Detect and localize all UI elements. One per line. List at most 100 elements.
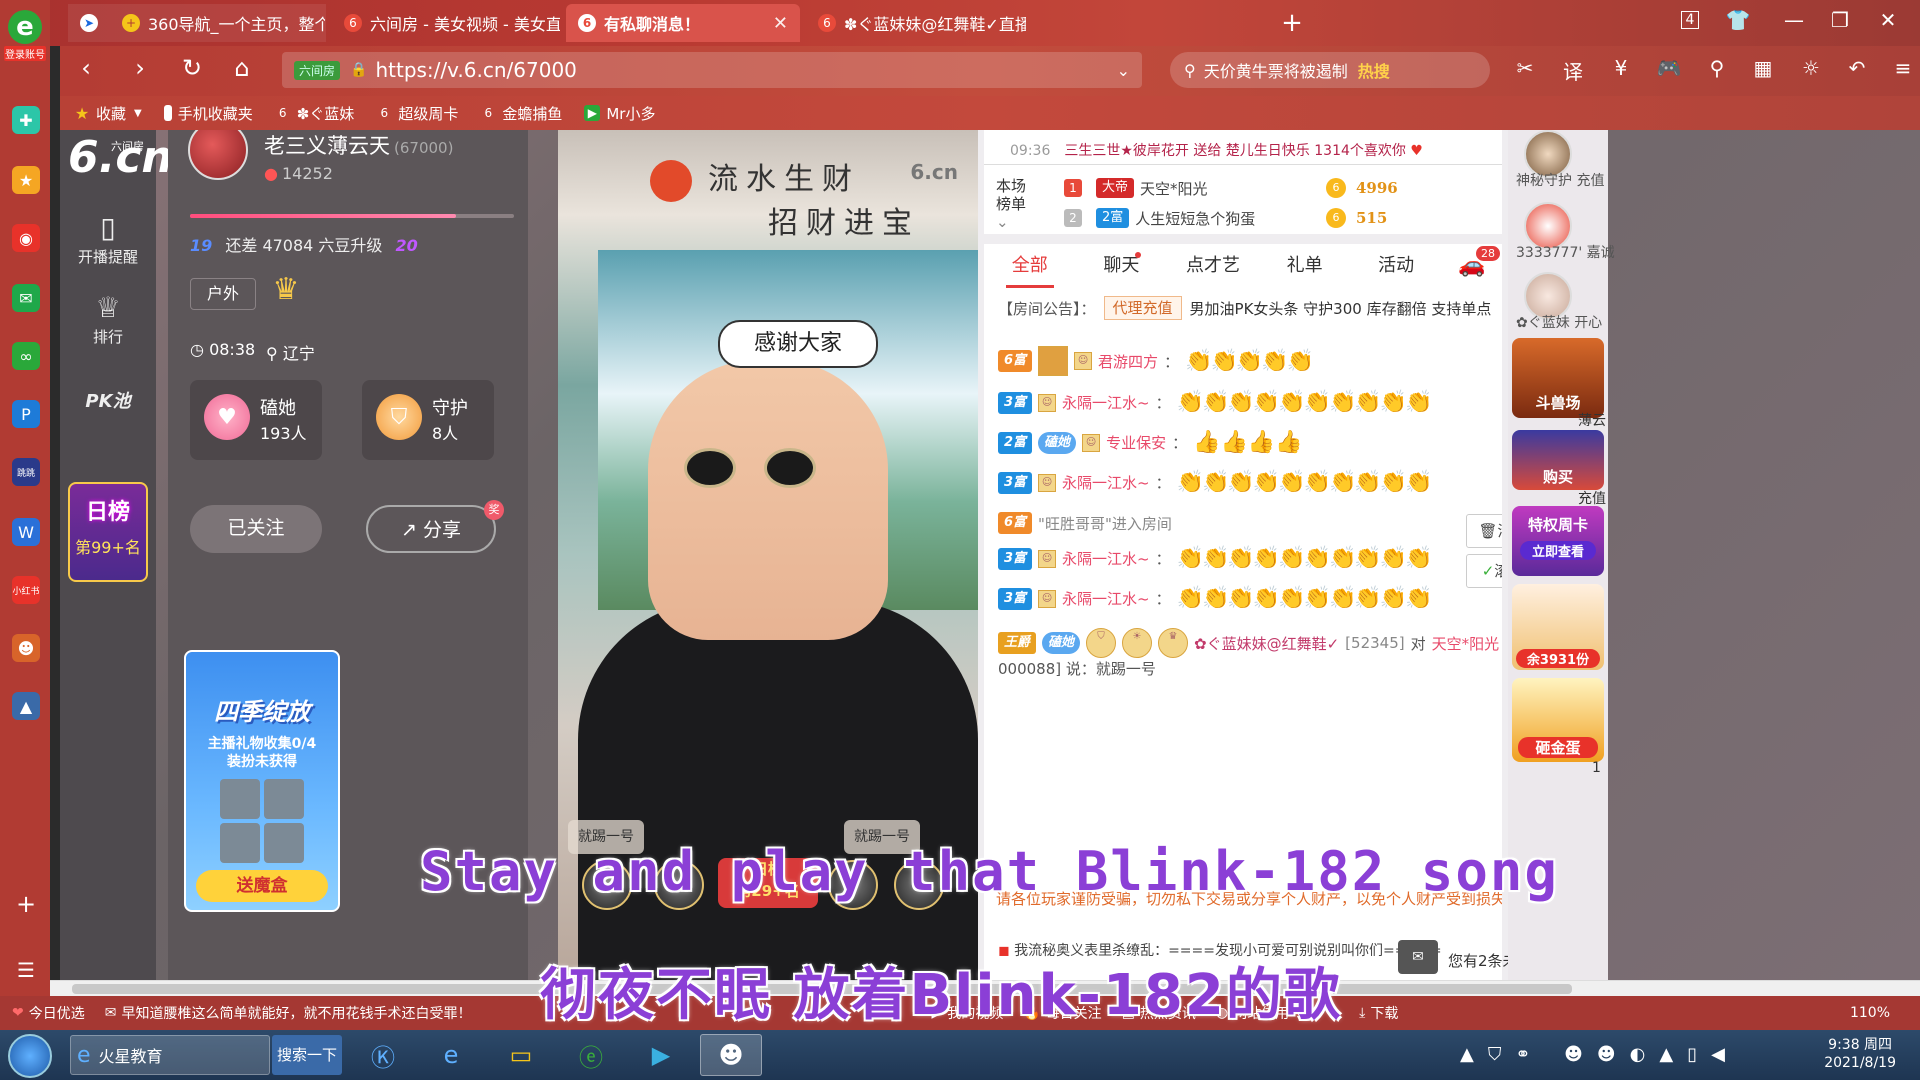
sunglasses-left [684,448,736,488]
k-app-icon[interactable]: Ⓚ [352,1034,414,1076]
translate-icon[interactable]: 译 [1556,56,1590,85]
close-window-button[interactable]: ✕ [1868,8,1908,32]
chat-tabs: 全部 聊天 点才艺 礼单 活动 🚗 28 [984,244,1502,288]
weibo-icon[interactable]: ◉ [12,224,40,252]
daily-rank-badge[interactable]: 日榜 第99+名 [68,482,148,582]
shirt-icon[interactable]: 👕 [1718,8,1758,32]
tab-six-main[interactable]: 6 六间房 - 美女视频 - 美女直播 [332,4,560,42]
buy-promo[interactable]: 购买 [1512,430,1604,490]
site-logo[interactable]: 6.cn 六间房 [68,136,173,180]
browser-logo[interactable]: e 登录账号 [4,10,46,70]
plus-app-icon[interactable]: ✚ [12,106,40,134]
unread-dot [1135,252,1142,258]
taskbar-search-button[interactable]: 搜索一下 [272,1035,342,1075]
bookmark-item[interactable]: 6 ✽ぐ蓝妹 [275,103,354,124]
status-item[interactable]: ❤ 今日优选 [12,1003,85,1023]
subtitle-english: Stay and play that Blink-182 song [420,840,1559,903]
add-icon[interactable]: + [12,890,40,918]
folder-icon[interactable]: ▭ [490,1034,552,1076]
bookmark-item[interactable]: 手机收藏夹 [163,103,253,124]
zoom-level[interactable]: 110% [1850,1005,1890,1021]
start-button[interactable] [8,1034,52,1078]
minimize-button[interactable]: — [1774,8,1814,32]
ranking-row[interactable]: 1 大帝 天空*阳光 6 4996 [1064,175,1398,201]
picture-icon[interactable]: ▲ [12,692,40,720]
game-icon[interactable]: ☻ [12,634,40,662]
nav-live-reminder[interactable]: ▯ 开播提醒 [60,210,156,267]
chevron-down-icon[interactable]: ⌄ [1117,61,1130,80]
system-clock[interactable]: 9:38 周四 2021/8/19 [1824,1036,1896,1072]
scissors-icon[interactable]: ✂ [1508,56,1542,80]
category-tag[interactable]: 户外 [190,278,257,310]
clear-screen-button[interactable]: 🗑清屏 [1466,514,1502,548]
tab-count-button[interactable]: 4 [1670,11,1710,29]
golden-egg-promo[interactable]: 砸金蛋 [1512,678,1604,762]
bookmark-item[interactable]: ▶ Mr小多 [584,103,655,124]
maximize-button[interactable]: ❐ [1820,8,1860,32]
active-app-icon[interactable]: ☻ [700,1034,762,1076]
mail-icon[interactable]: ✉ [12,284,40,312]
privilege-card-promo[interactable]: 特权周卡 立即查看 [1512,506,1604,576]
new-tab-button[interactable]: + [1272,8,1312,38]
tab-all[interactable]: 全部 [984,244,1076,288]
bookmark-item[interactable]: ★ 收藏 ▼ [74,103,142,124]
home-button[interactable]: ⌂ [224,54,260,82]
ranking-label[interactable]: 本场榜单 ⌄ [996,177,1028,231]
tab-gift-list[interactable]: 礼单 [1259,244,1351,288]
link-icon[interactable]: ∞ [12,342,40,370]
close-tab-icon[interactable]: ✕ [773,13,788,34]
auto-scroll-button[interactable]: ✓滚屏 [1466,554,1502,588]
nav-pk-pool[interactable]: PK池 [60,380,156,424]
tab-talent[interactable]: 点才艺 [1167,244,1259,288]
tab-private-msg[interactable]: 6 有私聊消息！ ✕ [566,4,800,42]
menu-icon[interactable]: ≡ [1886,56,1920,80]
search-input[interactable]: ⚲ 天价黄牛票将被遏制 热搜 [1170,52,1490,88]
agent-recharge-link[interactable]: 代理充值 [1103,296,1182,320]
ie-icon[interactable]: e [420,1034,482,1076]
fans-card[interactable]: ♥ 磕她 193人 [190,380,322,460]
season-promo[interactable]: 四季绽放 主播礼物收集0/4 装扮未获得 送魔盒 [184,650,340,912]
message-icon[interactable]: ✉ [1398,940,1438,974]
star-app-icon[interactable]: ★ [12,166,40,194]
list-icon[interactable]: ☰ [12,956,40,984]
anchor-avatar[interactable] [188,130,248,180]
refresh-button[interactable]: ↻ [174,54,210,82]
media-player-icon[interactable]: ▶ [630,1034,692,1076]
tab-activity[interactable]: 活动 [1350,244,1442,288]
system-tray[interactable]: ▲⛉⚭ ☻☻◐▲▯◀ [1460,1044,1739,1065]
tab-live-room[interactable]: 6 ✽ぐ蓝妹妹@红舞鞋✓直播间 [806,4,1026,42]
arena-promo[interactable]: 斗兽场 [1512,338,1604,418]
theme-icon[interactable]: ☼ [1794,56,1828,80]
car-icon[interactable]: 🚗 28 [1442,244,1502,288]
forward-button[interactable]: › [122,54,158,82]
document-icon[interactable]: W [12,518,40,546]
status-item[interactable]: ⤓ 下载 [1359,1003,1398,1023]
bookmarks-bar: ★ 收藏 ▼ 手机收藏夹 6 ✽ぐ蓝妹 6 超级周卡 6 金蟾捕鱼 ▶ Mr小多 [60,96,1920,130]
bookmark-item[interactable]: 6 金蟾捕鱼 [480,103,563,124]
tab-chat[interactable]: 聊天 [1076,244,1168,288]
ranking-row[interactable]: 2 2富 人生短短急个狗蛋 6 515 [1064,205,1387,231]
streamer-face [648,360,888,640]
red-app-icon[interactable]: 小红书 [12,576,40,604]
zoom-icon[interactable]: ⚲ [1700,56,1734,80]
gamepad-icon[interactable]: 🎮 [1652,56,1686,80]
tab-360-label[interactable]: + 360导航_一个主页，整个世界 [110,4,325,42]
browser-e-icon[interactable]: ⓔ [560,1034,622,1076]
undo-icon[interactable]: ↶ [1840,56,1874,80]
url-input[interactable]: 六间房 🔒 https://v.6.cn/67000 ⌄ [282,52,1142,88]
lucky-cat-promo[interactable]: 余3931份 [1512,584,1604,670]
guard-card[interactable]: ⛉ 守护 8人 [362,380,494,460]
game-app-icon[interactable]: 跳跳 [12,458,40,486]
nav-ranking[interactable]: ♕ 排行 [60,290,156,347]
back-button[interactable]: ‹ [68,54,104,82]
share-button[interactable]: ↗ 分享 [366,505,496,553]
user-icon: ☺ [1038,549,1057,568]
taskbar-search-field[interactable]: e 火星教育 [70,1035,270,1075]
grid-icon[interactable]: ▦ [1746,56,1780,80]
send-magic-box-button[interactable]: 送魔盒 [196,870,328,902]
status-item[interactable]: ✉ 早知道腰椎这么简单就能好，就不用花钱手术还白受罪！ [105,1003,472,1023]
p-app-icon[interactable]: P [12,400,40,428]
follow-button[interactable]: 已关注 [190,505,322,553]
bookmark-item[interactable]: 6 超级周卡 [376,103,458,124]
coin-icon[interactable]: ¥ [1604,56,1638,80]
